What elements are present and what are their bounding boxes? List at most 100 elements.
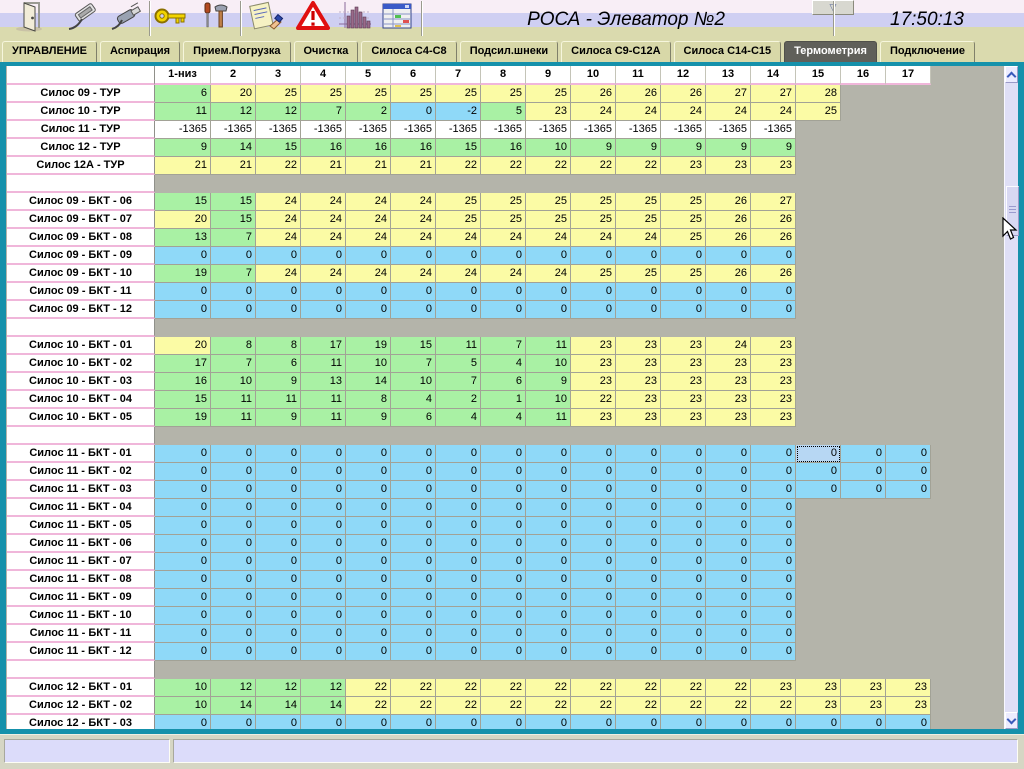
temperature-cell[interactable]: -1365 bbox=[436, 121, 481, 139]
temperature-cell[interactable]: 11 bbox=[526, 409, 571, 427]
temperature-cell[interactable]: 0 bbox=[256, 589, 301, 607]
temperature-cell[interactable]: 0 bbox=[526, 481, 571, 499]
temperature-cell[interactable]: 0 bbox=[391, 571, 436, 589]
temperature-cell[interactable]: 19 bbox=[155, 265, 211, 283]
temperature-cell[interactable]: 0 bbox=[436, 517, 481, 535]
temperature-cell[interactable]: 22 bbox=[256, 157, 301, 175]
temperature-cell[interactable]: -1365 bbox=[526, 121, 571, 139]
temperature-cell[interactable]: 25 bbox=[616, 265, 661, 283]
temperature-cell[interactable]: 16 bbox=[155, 373, 211, 391]
temperature-cell[interactable]: 0 bbox=[436, 571, 481, 589]
temperature-cell[interactable]: 0 bbox=[661, 481, 706, 499]
temperature-cell[interactable]: 0 bbox=[481, 445, 526, 463]
temperature-cell[interactable]: 0 bbox=[661, 715, 706, 729]
temperature-cell[interactable]: 24 bbox=[256, 211, 301, 229]
temperature-cell[interactable]: 0 bbox=[616, 589, 661, 607]
temperature-cell[interactable]: 0 bbox=[346, 571, 391, 589]
temperature-cell[interactable]: 16 bbox=[391, 139, 436, 157]
temperature-cell[interactable]: 0 bbox=[526, 571, 571, 589]
temperature-cell[interactable]: 0 bbox=[256, 571, 301, 589]
temperature-cell[interactable]: 0 bbox=[301, 715, 346, 729]
temperature-cell[interactable]: 24 bbox=[481, 229, 526, 247]
temperature-cell[interactable]: 0 bbox=[391, 553, 436, 571]
temperature-cell[interactable]: 0 bbox=[796, 715, 841, 729]
temperature-cell[interactable]: 10 bbox=[526, 391, 571, 409]
temperature-cell[interactable]: 23 bbox=[661, 337, 706, 355]
temperature-cell[interactable]: 13 bbox=[155, 229, 211, 247]
temperature-cell[interactable]: 0 bbox=[526, 607, 571, 625]
tab-6[interactable]: Подсил.шнеки bbox=[460, 41, 558, 62]
temperature-cell[interactable]: -1365 bbox=[391, 121, 436, 139]
temperature-cell[interactable]: 0 bbox=[571, 283, 616, 301]
temperature-cell[interactable]: 8 bbox=[211, 337, 256, 355]
temperature-cell[interactable]: 0 bbox=[436, 553, 481, 571]
temperature-cell[interactable]: 0 bbox=[616, 445, 661, 463]
temperature-cell[interactable]: 6 bbox=[391, 409, 436, 427]
temperature-cell[interactable]: 24 bbox=[346, 193, 391, 211]
temperature-cell[interactable]: 17 bbox=[155, 355, 211, 373]
temperature-cell[interactable]: 0 bbox=[481, 517, 526, 535]
temperature-cell[interactable]: 7 bbox=[301, 103, 346, 121]
temperature-cell[interactable]: 0 bbox=[751, 553, 796, 571]
temperature-cell[interactable]: 0 bbox=[526, 715, 571, 729]
temperature-cell[interactable]: 25 bbox=[661, 229, 706, 247]
temperature-cell[interactable]: 25 bbox=[526, 193, 571, 211]
temperature-cell[interactable]: 0 bbox=[481, 247, 526, 265]
temperature-cell[interactable]: 0 bbox=[751, 481, 796, 499]
temperature-cell[interactable]: 0 bbox=[211, 571, 256, 589]
temperature-cell[interactable]: 0 bbox=[301, 553, 346, 571]
temperature-cell[interactable]: 0 bbox=[751, 283, 796, 301]
temperature-cell[interactable]: 0 bbox=[886, 715, 931, 729]
temperature-cell[interactable]: 0 bbox=[526, 445, 571, 463]
temperature-cell[interactable]: 0 bbox=[391, 301, 436, 319]
temperature-cell[interactable]: 10 bbox=[155, 679, 211, 697]
temperature-cell[interactable]: 22 bbox=[526, 679, 571, 697]
tab-1[interactable]: УПРАВЛЕНИЕ bbox=[2, 41, 97, 62]
temperature-cell[interactable]: 0 bbox=[571, 517, 616, 535]
temperature-cell[interactable]: 0 bbox=[706, 535, 751, 553]
temperature-cell[interactable]: 25 bbox=[526, 85, 571, 103]
temperature-cell[interactable]: 0 bbox=[391, 535, 436, 553]
temperature-cell[interactable]: 25 bbox=[526, 211, 571, 229]
temperature-cell[interactable]: 0 bbox=[616, 499, 661, 517]
temperature-cell[interactable]: 0 bbox=[751, 445, 796, 463]
temperature-cell[interactable]: 27 bbox=[751, 193, 796, 211]
key-button[interactable] bbox=[152, 2, 190, 35]
temperature-cell[interactable]: 26 bbox=[706, 211, 751, 229]
temperature-cell[interactable]: 0 bbox=[481, 643, 526, 661]
temperature-cell[interactable]: 0 bbox=[155, 715, 211, 729]
exit-button[interactable] bbox=[12, 2, 50, 35]
temperature-cell[interactable]: 24 bbox=[571, 103, 616, 121]
temperature-cell[interactable]: 16 bbox=[346, 139, 391, 157]
temperature-cell[interactable]: 22 bbox=[571, 157, 616, 175]
temperature-cell[interactable]: 22 bbox=[481, 679, 526, 697]
temperature-cell[interactable]: 0 bbox=[301, 463, 346, 481]
temperature-cell[interactable]: 0 bbox=[661, 553, 706, 571]
temperature-cell[interactable]: 0 bbox=[706, 283, 751, 301]
temperature-cell[interactable]: 0 bbox=[391, 463, 436, 481]
temperature-cell[interactable]: 0 bbox=[301, 481, 346, 499]
temperature-cell[interactable]: 25 bbox=[481, 85, 526, 103]
temperature-cell[interactable]: 25 bbox=[481, 211, 526, 229]
temperature-cell[interactable]: 23 bbox=[706, 157, 751, 175]
temperature-cell[interactable]: 0 bbox=[751, 643, 796, 661]
temperature-cell[interactable]: 9 bbox=[256, 373, 301, 391]
temperature-cell[interactable]: 23 bbox=[751, 409, 796, 427]
temperature-cell[interactable]: 22 bbox=[751, 697, 796, 715]
temperature-cell[interactable]: 0 bbox=[155, 643, 211, 661]
temperature-cell[interactable]: 0 bbox=[436, 247, 481, 265]
temperature-cell[interactable]: 0 bbox=[211, 607, 256, 625]
tools-button[interactable] bbox=[196, 2, 234, 35]
temperature-cell[interactable]: 0 bbox=[571, 535, 616, 553]
temperature-cell[interactable]: 22 bbox=[571, 391, 616, 409]
temperature-cell[interactable]: -1365 bbox=[571, 121, 616, 139]
temperature-cell[interactable]: 23 bbox=[841, 679, 886, 697]
temperature-cell[interactable]: 25 bbox=[346, 85, 391, 103]
temperature-cell[interactable]: 0 bbox=[481, 463, 526, 481]
temperature-cell[interactable]: 6 bbox=[256, 355, 301, 373]
temperature-cell[interactable]: 23 bbox=[841, 697, 886, 715]
temperature-cell[interactable]: 0 bbox=[796, 481, 841, 499]
table-view-button[interactable] bbox=[378, 2, 416, 35]
temperature-cell[interactable]: 24 bbox=[256, 265, 301, 283]
temperature-cell[interactable]: 24 bbox=[391, 193, 436, 211]
